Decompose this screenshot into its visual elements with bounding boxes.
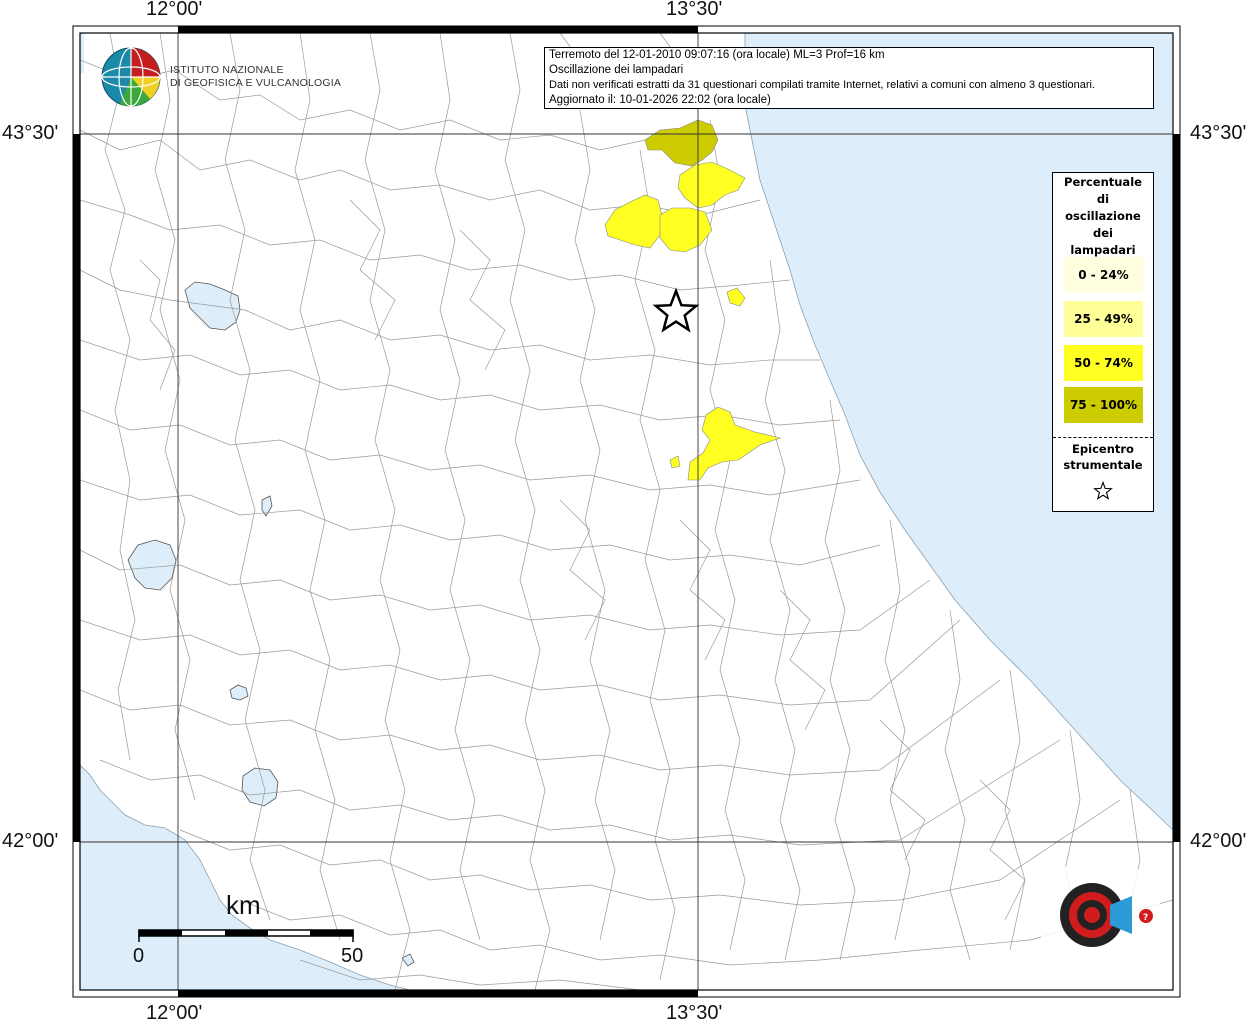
lon-label-top-2: 13°30': [666, 0, 723, 20]
hsit-logo-icon: ?: [1038, 856, 1162, 980]
map-figure: ? 12°00' 13°30' 12°00' 13°30' 43°30' 42°…: [0, 0, 1255, 1024]
title-line-4: Aggiornato il: 10-01-2026 22:02 (ora loc…: [549, 94, 771, 106]
legend-class-75-100: 75 - 100%: [1064, 387, 1143, 423]
legend-class-50-74: 50 - 74%: [1064, 345, 1143, 381]
legend-class-0-24: 0 - 24%: [1064, 257, 1143, 293]
legend-epicenter-line-1: Epicentro: [1072, 442, 1134, 456]
lon-label-bottom-2: 13°30': [666, 1002, 723, 1024]
lat-label-left-2: 42°00': [2, 830, 59, 852]
map-svg: ?: [72, 25, 1181, 998]
title-line-2: Oscillazione dei lampadari: [549, 64, 684, 76]
ingv-line-1: ISTITUTO NAZIONALE: [170, 64, 284, 76]
legend-title: Percentuale di oscillazione dei lampadar…: [1053, 173, 1153, 259]
lat-label-right-1: 43°30': [1190, 122, 1247, 144]
legend-title-line-3: oscillazione: [1065, 209, 1141, 223]
lon-label-top-1: 12°00': [146, 0, 203, 20]
title-line-3: Dati non verificati estratti da 31 quest…: [549, 79, 1095, 91]
legend-epicenter-line-2: strumentale: [1063, 458, 1143, 472]
legend-title-line-1: Percentuale: [1064, 175, 1142, 189]
legend-title-line-4: dei: [1093, 226, 1113, 240]
scale-tick-0: 0: [133, 945, 145, 967]
lon-label-bottom-1: 12°00': [146, 1002, 203, 1024]
legend: Percentuale di oscillazione dei lampadar…: [1052, 172, 1154, 512]
svg-text:?: ?: [1143, 913, 1148, 923]
ingv-logo-icon: [101, 47, 161, 107]
ingv-line-2: DI GEOFISICA E VULCANOLOGIA: [170, 77, 342, 89]
ingv-logo-text: ISTITUTO NAZIONALE DI GEOFISICA E VULCAN…: [170, 64, 341, 90]
scale-unit-label: km: [226, 890, 261, 920]
legend-star-icon: [1093, 481, 1113, 500]
lat-label-left-1: 43°30': [2, 122, 59, 144]
legend-epicenter-label: Epicentro strumentale: [1053, 441, 1153, 473]
title-box: Terremoto del 12-01-2010 09:07:16 (ora l…: [544, 47, 1154, 109]
scale-tick-50: 50: [341, 945, 364, 967]
legend-title-line-2: di: [1096, 192, 1110, 206]
lat-label-right-2: 42°00': [1190, 830, 1247, 852]
legend-separator: [1053, 437, 1153, 438]
legend-class-25-49: 25 - 49%: [1064, 301, 1143, 337]
map-area: [80, 33, 1173, 990]
title-line-1: Terremoto del 12-01-2010 09:07:16 (ora l…: [549, 49, 885, 61]
